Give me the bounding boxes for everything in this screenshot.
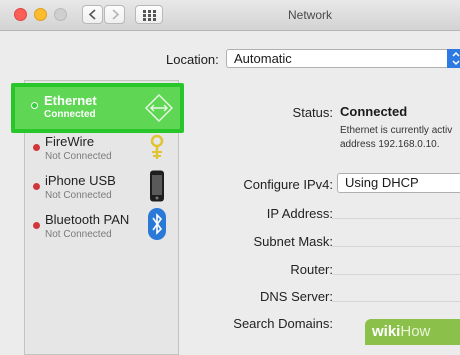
window-title: Network <box>287 8 332 22</box>
dns-server-field[interactable] <box>332 301 460 302</box>
subnet-mask-label: Subnet Mask: <box>253 234 334 249</box>
location-select[interactable]: Automatic <box>226 49 460 68</box>
ethernet-arrows-icon <box>145 94 173 122</box>
watermark-part1: wiki <box>372 323 401 340</box>
status-dot-icon <box>33 183 40 190</box>
status-label: Status: <box>292 105 333 120</box>
router-label: Router: <box>290 262 333 277</box>
status-description: Ethernet is currently activ address 192.… <box>340 124 452 152</box>
status-dot-icon <box>33 222 40 229</box>
ip-address-label: IP Address: <box>266 206 333 221</box>
ip-address-field[interactable] <box>332 218 460 219</box>
configure-ipv4-label: Configure IPv4: <box>243 177 333 192</box>
iphone-icon <box>150 170 164 202</box>
location-value: Automatic <box>234 51 292 66</box>
status-dot-icon <box>31 102 38 109</box>
service-status: Connected <box>44 109 96 120</box>
search-domains-label: Search Domains: <box>233 316 333 331</box>
dropdown-arrows-icon <box>447 49 460 68</box>
service-name: Bluetooth PAN <box>45 212 130 227</box>
dns-server-label: DNS Server: <box>260 289 333 304</box>
service-item-ethernet[interactable]: Ethernet Connected <box>11 83 184 133</box>
watermark-part2: How <box>400 323 431 340</box>
status-dot-icon <box>33 144 40 151</box>
service-status: Not Connected <box>45 229 112 240</box>
service-status: Not Connected <box>45 151 112 162</box>
service-item-bluetooth-pan[interactable]: Bluetooth PAN Not Connected <box>25 208 180 244</box>
service-name: iPhone USB <box>45 173 116 188</box>
service-item-iphone-usb[interactable]: iPhone USB Not Connected <box>25 169 180 205</box>
status-description-line: address 192.168.0.10. <box>340 139 440 150</box>
service-status: Not Connected <box>45 190 112 201</box>
location-label: Location: <box>166 52 219 67</box>
firewire-icon <box>150 134 164 159</box>
status-value: Connected <box>340 104 408 119</box>
status-description-line: Ethernet is currently activ <box>340 125 453 136</box>
bluetooth-icon <box>148 208 166 240</box>
service-name: FireWire <box>45 134 95 149</box>
configure-ipv4-value: Using DHCP <box>345 175 419 190</box>
wikihow-watermark: wikiHow <box>365 319 460 345</box>
configure-ipv4-select[interactable]: Using DHCP <box>337 173 460 193</box>
service-item-firewire[interactable]: FireWire Not Connected <box>25 130 180 166</box>
subnet-mask-field[interactable] <box>332 246 460 247</box>
service-name: Ethernet <box>44 93 97 108</box>
router-field[interactable] <box>332 274 460 275</box>
title-bar: Network <box>0 0 460 31</box>
